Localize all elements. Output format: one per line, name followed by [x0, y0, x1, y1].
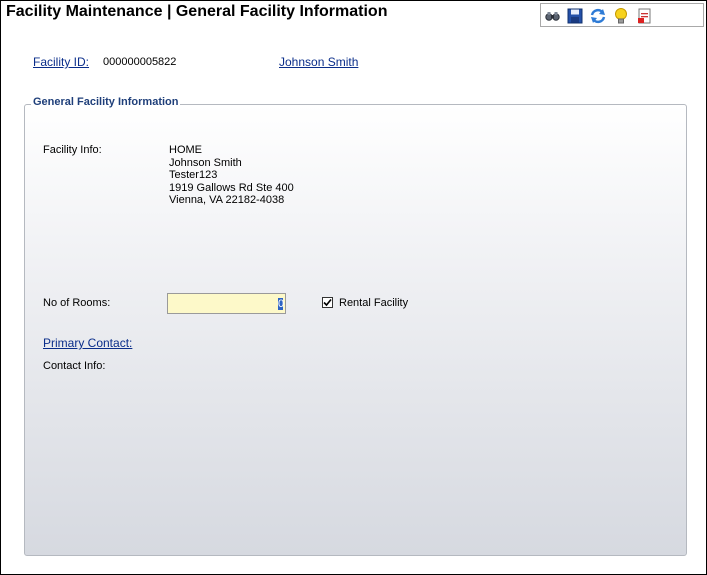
group-legend: General Facility Information	[31, 96, 181, 108]
rooms-input-value: 0	[278, 298, 285, 310]
binoculars-icon[interactable]	[544, 7, 562, 25]
save-icon[interactable]	[566, 7, 584, 25]
facility-info-label: Facility Info:	[43, 144, 102, 156]
toolbar	[540, 3, 704, 27]
page-title: Facility Maintenance | General Facility …	[6, 3, 388, 20]
facility-id-value: 000000005822	[103, 56, 177, 68]
facility-window: Facility Maintenance | General Facility …	[0, 0, 707, 575]
refresh-icon[interactable]	[589, 7, 607, 25]
general-facility-info-group	[24, 104, 687, 556]
facility-address: HOME Johnson Smith Tester123 1919 Gallow…	[169, 144, 294, 207]
address-line: HOME	[169, 144, 202, 156]
address-line: Tester123	[169, 169, 218, 181]
checkmark-icon	[323, 298, 332, 307]
address-line: Johnson Smith	[169, 156, 242, 169]
rooms-label: No of Rooms:	[43, 297, 111, 309]
primary-contact-link[interactable]: Primary Contact:	[43, 336, 132, 350]
lightbulb-icon[interactable]	[612, 7, 630, 25]
report-icon[interactable]	[635, 7, 653, 25]
contact-info-label: Contact Info:	[43, 360, 106, 372]
address-line: 1919 Gallows Rd Ste 400	[169, 181, 294, 194]
facility-id-link[interactable]: Facility ID:	[33, 55, 89, 69]
rooms-input[interactable]: 0	[167, 293, 286, 314]
rental-facility-checkbox[interactable]	[322, 297, 333, 308]
owner-name-link[interactable]: Johnson Smith	[279, 55, 358, 69]
address-line: Vienna, VA 22182-4038	[169, 194, 285, 206]
rental-facility-label: Rental Facility	[339, 297, 409, 309]
